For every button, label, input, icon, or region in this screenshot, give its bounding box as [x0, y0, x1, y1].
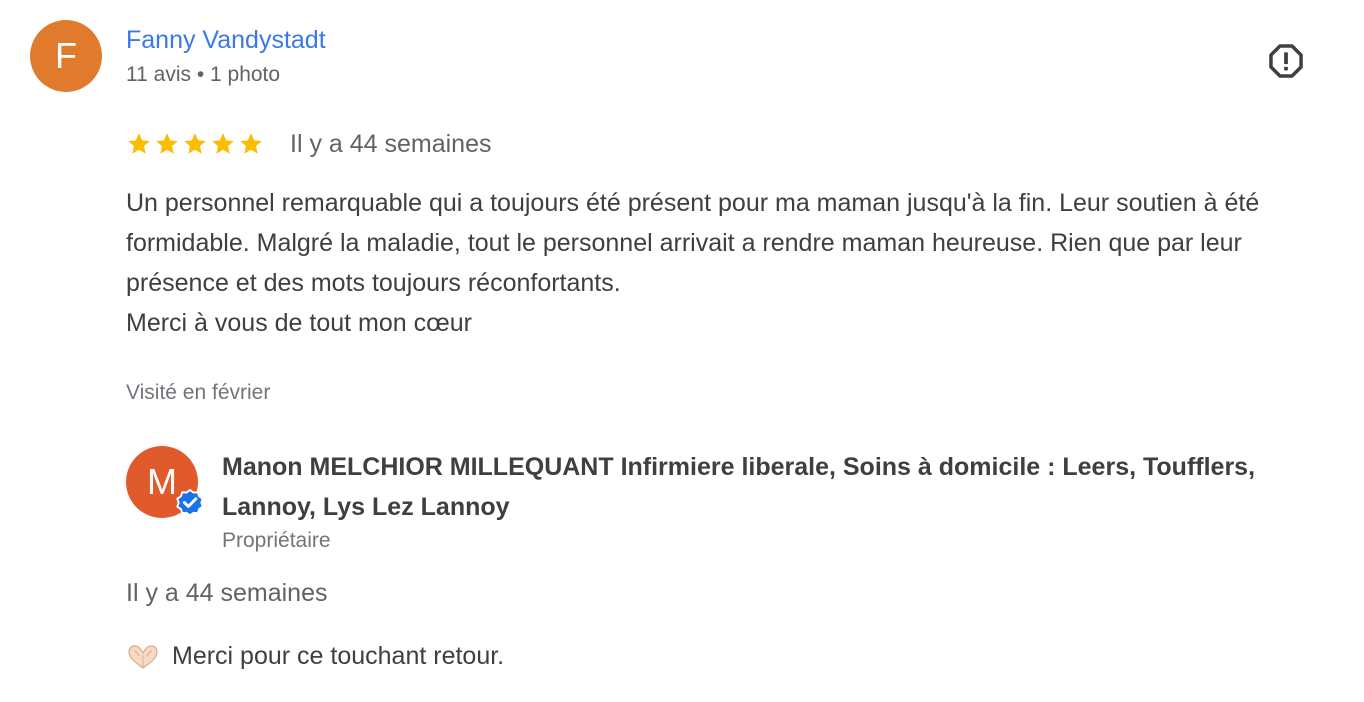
review-paragraph: Un personnel remarquable qui a toujours … [126, 189, 1260, 297]
rating-row: Il y a 44 semaines [126, 126, 492, 162]
star-icon [156, 133, 178, 154]
reviewer-initial: F [55, 35, 77, 76]
report-button[interactable] [1265, 40, 1307, 82]
review-date: Il y a 44 semaines [290, 129, 492, 158]
review-card: F Fanny Vandystadt 11 avis • 1 photo Il … [0, 0, 1364, 702]
reply-text-row: Merci pour ce touchant retour. [126, 642, 504, 671]
star-rating [126, 131, 264, 157]
star-icon [212, 133, 234, 154]
owner-initial: M [147, 461, 177, 502]
star-icon [184, 133, 206, 154]
owner-role: Propriétaire [222, 529, 331, 552]
reply-message: Merci pour ce touchant retour. [172, 642, 505, 670]
verified-check-icon [176, 488, 204, 517]
review-paragraph: Merci à vous de tout mon cœur [126, 309, 472, 337]
visit-date: Visité en février [126, 381, 271, 404]
reviewer-avatar[interactable]: F [30, 20, 102, 92]
review-text: Un personnel remarquable qui a toujours … [126, 183, 1286, 343]
star-icon [128, 133, 150, 154]
report-flag-icon [1269, 44, 1303, 78]
reviewer-meta: 11 avis • 1 photo [126, 63, 281, 86]
star-icon [240, 133, 262, 154]
owner-name: Manon MELCHIOR MILLEQUANT Infirmiere lib… [222, 453, 1256, 521]
heart-hands-icon [128, 644, 158, 669]
reply-date: Il y a 44 semaines [126, 579, 328, 607]
reviewer-name-link[interactable]: Fanny Vandystadt [126, 26, 326, 55]
